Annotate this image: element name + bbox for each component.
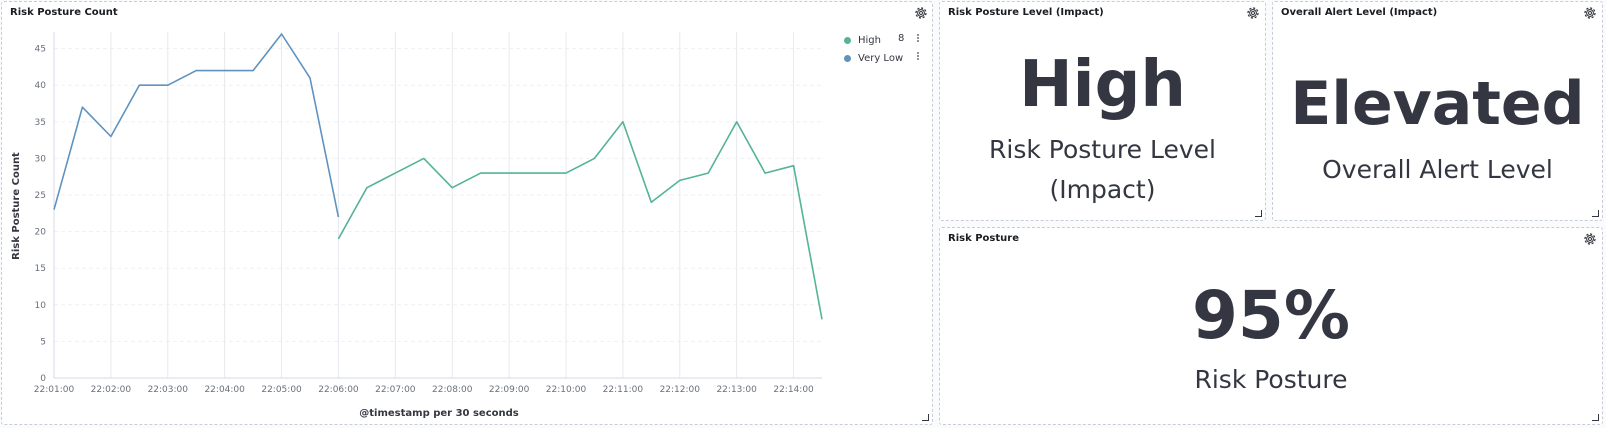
metric-label: Risk Posture Level <box>989 135 1216 164</box>
risk-posture-count-chart: 0 5 10 15 20 25 30 35 40 45 22:01:00 22:02:00 22:03:… <box>11 32 823 419</box>
y-tick-label: 40 <box>35 81 47 91</box>
metric-label: Overall Alert Level <box>1322 155 1553 184</box>
x-tick-label: 22:03:00 <box>148 385 189 395</box>
risk-posture-count-panel: 0 5 10 15 20 25 30 35 40 45 22:01:00 22:02:00 22:03:… <box>1 1 933 425</box>
vertical-dots-icon[interactable] <box>915 33 921 47</box>
resize-handle-icon[interactable] <box>1255 210 1262 217</box>
y-tick-label: 0 <box>40 374 46 384</box>
x-tick-label: 22:08:00 <box>432 385 473 395</box>
x-tick-label: 22:05:00 <box>261 385 302 395</box>
panel-title: Overall Alert Level (Impact) <box>1281 7 1438 18</box>
y-tick-label: 45 <box>35 45 46 55</box>
overall-alert-level-panel: Overall Alert Level (Impact) Elevated Ov… <box>1272 1 1603 221</box>
y-tick-label: 25 <box>35 191 46 201</box>
x-tick-label: 22:11:00 <box>603 385 644 395</box>
y-tick-label: 5 <box>40 337 46 347</box>
legend-dot-icon <box>844 54 851 62</box>
x-tick-label: 22:04:00 <box>204 385 245 395</box>
panel-title: Risk Posture Count <box>10 7 118 18</box>
y-tick-label: 20 <box>35 228 47 238</box>
y-tick-label: 30 <box>35 154 47 164</box>
metric-value: High <box>1019 48 1186 122</box>
x-tick-label: 22:12:00 <box>660 385 701 395</box>
resize-handle-icon[interactable] <box>1592 414 1599 421</box>
metric-label: Risk Posture <box>1194 365 1348 394</box>
y-tick-label: 35 <box>35 118 46 128</box>
gear-icon[interactable] <box>1582 5 1598 21</box>
risk-posture-level-panel: Risk Posture Level (Impact) High Risk Po… <box>939 1 1266 221</box>
x-tick-label: 22:09:00 <box>489 385 530 395</box>
legend-label: Very Low <box>858 52 904 64</box>
x-tick-label: 22:07:00 <box>375 385 416 395</box>
metric-value: 95% <box>1192 277 1350 354</box>
y-tick-label: 10 <box>35 301 47 311</box>
y-axis-title: Risk Posture Count <box>11 152 22 260</box>
series-line-high <box>337 121 823 320</box>
panel-title: Risk Posture Level (Impact) <box>948 7 1104 18</box>
gear-icon[interactable] <box>1582 231 1598 247</box>
y-tick-label: 15 <box>35 264 46 274</box>
resize-handle-icon[interactable] <box>1592 210 1599 217</box>
gear-icon[interactable] <box>1245 5 1261 21</box>
metric-value: Elevated <box>1290 69 1585 139</box>
x-tick-label: 22:01:00 <box>34 385 75 395</box>
x-tick-label: 22:06:00 <box>318 385 359 395</box>
gear-icon[interactable] <box>913 5 929 21</box>
legend-dot-icon <box>844 36 851 44</box>
x-tick-label: 22:14:00 <box>773 385 814 395</box>
legend-item[interactable]: Very Low <box>844 50 903 66</box>
vertical-dots-icon[interactable] <box>915 51 921 65</box>
x-tick-label: 22:02:00 <box>91 385 132 395</box>
risk-posture-panel: Risk Posture 95% Risk Posture <box>939 227 1603 425</box>
series-line-very-low <box>53 33 340 218</box>
resize-handle-icon[interactable] <box>922 414 929 421</box>
panel-title: Risk Posture <box>948 233 1019 244</box>
metric-label-line2: (Impact) <box>1049 175 1156 204</box>
x-tick-label: 22:10:00 <box>546 385 587 395</box>
x-tick-label: 22:13:00 <box>716 385 757 395</box>
legend-value: 8 <box>898 33 905 44</box>
x-axis-title: @timestamp per 30 seconds <box>359 408 519 419</box>
legend-label: High <box>858 34 881 46</box>
legend-item[interactable]: High 8 <box>844 32 904 48</box>
